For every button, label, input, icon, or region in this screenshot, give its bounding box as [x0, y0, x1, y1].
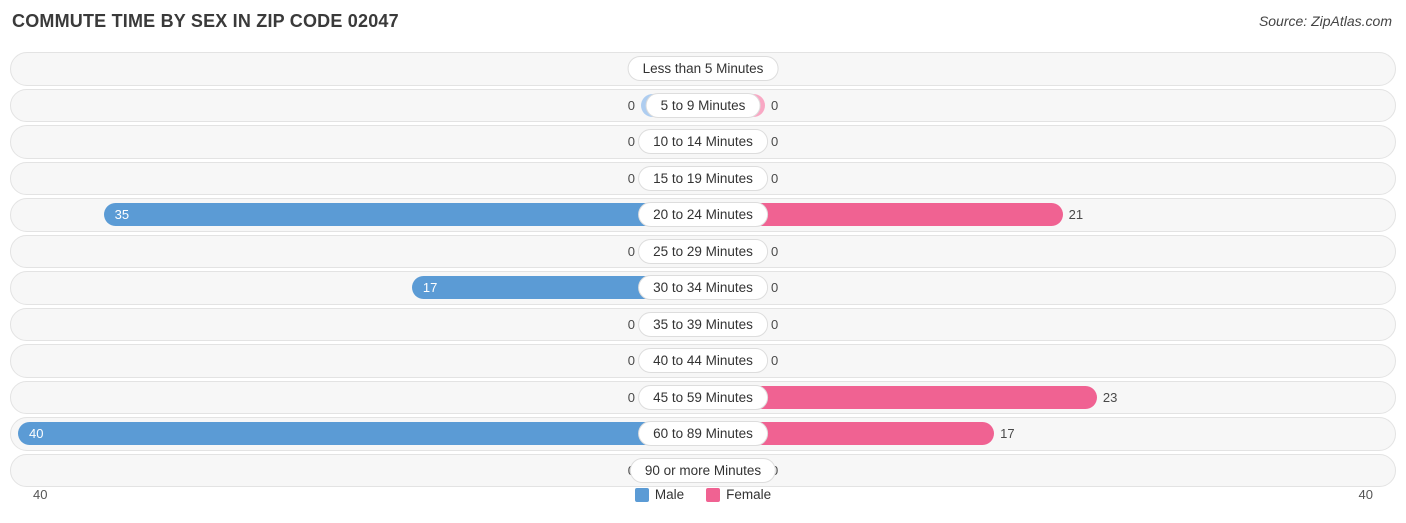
female-value-label: 0 [771, 243, 779, 259]
source-attribution: Source: ZipAtlas.com [1258, 13, 1392, 29]
chart-row: 0 0 5 to 9 Minutes [10, 88, 1396, 122]
female-side: 0 [703, 455, 1395, 487]
female-side: 0 [703, 163, 1395, 195]
male-side: 35 [11, 199, 703, 231]
chart-row: 0 0 25 to 29 Minutes [10, 234, 1396, 268]
chart-row: 40 17 60 to 89 Minutes [10, 417, 1396, 451]
chart-legend: Male Female [0, 487, 1406, 502]
chart-row: 35 21 20 to 24 Minutes [10, 198, 1396, 232]
male-side: 0 [11, 382, 703, 414]
diverging-bar-chart: 00Less than 5 Minutes005 to 9 Minutes001… [10, 52, 1396, 487]
female-side: 17 [703, 418, 1395, 450]
legend-swatch-female [706, 487, 721, 502]
category-label: 35 to 39 Minutes [638, 311, 768, 337]
male-side: 0 [11, 455, 703, 487]
male-bar [18, 422, 703, 445]
chart-row: 17 0 30 to 34 Minutes [10, 271, 1396, 305]
female-value-label: 0 [771, 353, 779, 368]
male-side: 0 [11, 90, 703, 122]
female-side: 0 [703, 126, 1395, 158]
category-label: Less than 5 Minutes [627, 56, 779, 81]
male-value-label: 0 [627, 97, 635, 113]
legend-label-male: Male [654, 487, 685, 502]
male-value-label: 40 [29, 426, 44, 441]
male-value-label: 0 [627, 243, 635, 259]
female-value-label: 21 [1068, 207, 1084, 222]
legend-swatch-male [634, 487, 649, 502]
chart-row: 0 23 45 to 59 Minutes [10, 380, 1396, 414]
female-side: 23 [703, 382, 1395, 414]
category-label: 10 to 14 Minutes [638, 129, 768, 154]
female-side: 0 [703, 236, 1395, 268]
category-label: 30 to 34 Minutes [638, 275, 768, 300]
male-side: 40 [11, 418, 703, 450]
legend-item-male[interactable]: Male [634, 487, 685, 502]
chart-page: COMMUTE TIME BY SEX IN ZIP CODE 02047 So… [0, 0, 1406, 523]
female-value-label: 0 [771, 170, 779, 186]
male-value-label: 0 [627, 170, 635, 186]
female-side: 21 [703, 199, 1395, 231]
male-value-label: 0 [627, 134, 635, 149]
category-label: 40 to 44 Minutes [638, 348, 768, 373]
female-side: 0 [703, 309, 1395, 341]
chart-row: 0 0 15 to 19 Minutes [10, 161, 1396, 195]
legend-label-female: Female [726, 487, 772, 502]
male-side: 17 [11, 272, 703, 304]
male-bar [103, 203, 703, 226]
category-label: 5 to 9 Minutes [645, 92, 761, 118]
female-value-label: 0 [771, 134, 779, 149]
category-label: 15 to 19 Minutes [638, 165, 768, 191]
page-title: COMMUTE TIME BY SEX IN ZIP CODE 02047 [12, 11, 399, 31]
chart-row: 00Less than 5 Minutes [10, 52, 1396, 86]
category-label: 45 to 59 Minutes [638, 384, 768, 410]
female-side: 0 [703, 272, 1395, 304]
chart-row: 0 0 35 to 39 Minutes [10, 307, 1396, 341]
male-side: 0 [11, 163, 703, 195]
male-value-label: 17 [422, 280, 438, 295]
female-side: 0 [703, 345, 1395, 377]
male-value-label: 0 [627, 316, 635, 332]
category-label: 90 or more Minutes [629, 457, 777, 483]
female-value-label: 0 [771, 280, 779, 295]
legend-item-female[interactable]: Female [706, 487, 771, 502]
category-label: 60 to 89 Minutes [638, 421, 768, 446]
male-side: 0 [11, 53, 703, 85]
female-side: 0 [703, 53, 1395, 85]
male-value-label: 35 [114, 207, 130, 222]
female-value-label: 17 [1000, 426, 1015, 441]
chart-row: 0 0 10 to 14 Minutes [10, 125, 1396, 159]
female-value-label: 0 [771, 316, 779, 332]
chart-row: 0 0 40 to 44 Minutes [10, 344, 1396, 378]
male-side: 0 [11, 236, 703, 268]
male-side: 0 [11, 309, 703, 341]
male-value-label: 0 [627, 389, 635, 405]
female-side: 0 [703, 90, 1395, 122]
chart-row: 0090 or more Minutes [10, 453, 1396, 487]
male-side: 0 [11, 126, 703, 158]
male-side: 0 [11, 345, 703, 377]
male-value-label: 0 [627, 353, 635, 368]
female-value-label: 23 [1102, 389, 1118, 405]
female-value-label: 0 [771, 97, 779, 113]
category-label: 25 to 29 Minutes [638, 238, 768, 264]
category-label: 20 to 24 Minutes [638, 202, 768, 227]
